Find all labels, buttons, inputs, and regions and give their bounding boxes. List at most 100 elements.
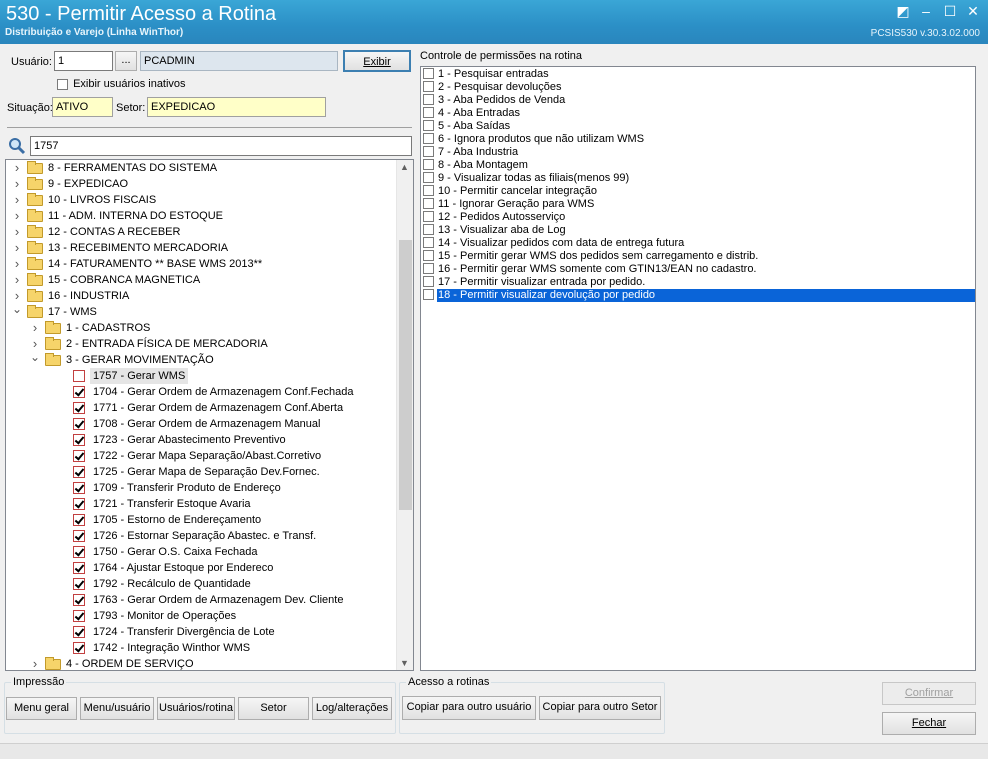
permission-checkbox[interactable] bbox=[423, 184, 434, 196]
maximize-icon[interactable]: ☐ bbox=[940, 2, 960, 20]
tree-item[interactable]: 1704 - Gerar Ordem de Armazenagem Conf.F… bbox=[6, 384, 396, 400]
usuarios-rotina-button[interactable]: Usuários/rotina bbox=[157, 697, 235, 720]
tree-folder[interactable]: › 8 - FERRAMENTAS DO SISTEMA bbox=[6, 160, 396, 176]
permission-item[interactable]: 4 - Aba Entradas bbox=[423, 106, 524, 120]
tree-item[interactable]: 1708 - Gerar Ordem de Armazenagem Manual bbox=[6, 416, 396, 432]
permission-checkbox[interactable] bbox=[423, 145, 434, 157]
tree-folder[interactable]: › 9 - EXPEDICAO bbox=[6, 176, 396, 192]
collapse-arrow-icon[interactable]: › bbox=[12, 256, 22, 271]
permission-checkbox[interactable] bbox=[423, 262, 434, 274]
collapse-arrow-icon[interactable]: › bbox=[12, 224, 22, 239]
tree-folder[interactable]: › 1 - CADASTROS bbox=[6, 320, 396, 336]
tree-item[interactable]: 1793 - Monitor de Operações bbox=[6, 608, 396, 624]
permission-item[interactable]: 5 - Aba Saídas bbox=[423, 119, 514, 133]
copy-user-button[interactable]: Copiar para outro usuário bbox=[402, 696, 536, 720]
tree-item[interactable]: 1792 - Recálculo de Quantidade bbox=[6, 576, 396, 592]
scroll-up-icon[interactable]: ▲ bbox=[400, 162, 409, 172]
tree-item-checkbox[interactable] bbox=[73, 434, 85, 446]
menu-geral-button[interactable]: Menu geral bbox=[6, 697, 77, 720]
tree-item-checkbox[interactable] bbox=[73, 578, 85, 590]
permission-checkbox[interactable] bbox=[423, 132, 434, 144]
permission-item[interactable]: 8 - Aba Montagem bbox=[423, 158, 532, 172]
permission-checkbox[interactable] bbox=[423, 249, 434, 261]
collapse-arrow-icon[interactable]: › bbox=[12, 192, 22, 207]
log-alteracoes-button[interactable]: Log/alterações bbox=[312, 697, 392, 720]
permission-item[interactable]: 13 - Visualizar aba de Log bbox=[423, 223, 570, 237]
permission-item[interactable]: 7 - Aba Industria bbox=[423, 145, 522, 159]
permission-checkbox[interactable] bbox=[423, 67, 434, 79]
confirm-button[interactable]: Confirmar bbox=[882, 682, 976, 705]
permission-item[interactable]: 14 - Visualizar pedidos com data de entr… bbox=[423, 236, 688, 250]
minimize-icon[interactable]: – bbox=[916, 2, 936, 20]
permission-checkbox[interactable] bbox=[423, 236, 434, 248]
permission-checkbox[interactable] bbox=[423, 197, 434, 209]
permission-item[interactable]: 1 - Pesquisar entradas bbox=[423, 67, 553, 81]
tree-item[interactable]: 1764 - Ajustar Estoque por Endereco bbox=[6, 560, 396, 576]
setor-button[interactable]: Setor bbox=[238, 697, 309, 720]
tree-folder[interactable]: ⌄ 17 - WMS bbox=[6, 303, 396, 320]
user-id-field[interactable]: 1 bbox=[54, 51, 113, 71]
tree-item[interactable]: 1722 - Gerar Mapa Separação/Abast.Corret… bbox=[6, 448, 396, 464]
permission-checkbox[interactable] bbox=[423, 106, 434, 118]
tree-item-checkbox[interactable] bbox=[73, 562, 85, 574]
close-button[interactable]: Fechar bbox=[882, 712, 976, 735]
collapse-arrow-icon[interactable]: › bbox=[30, 320, 40, 335]
permission-checkbox[interactable] bbox=[423, 275, 434, 287]
show-button[interactable]: Exibir bbox=[343, 50, 411, 72]
checkbox-box[interactable] bbox=[57, 78, 68, 90]
tree-item-checkbox[interactable] bbox=[73, 514, 85, 526]
tree-folder[interactable]: ⌄ 3 - GERAR MOVIMENTAÇÃO bbox=[6, 351, 396, 368]
tree-item-checkbox[interactable] bbox=[73, 610, 85, 622]
tree-scrollbar[interactable]: ▲ ▼ bbox=[396, 160, 413, 670]
tree-folder[interactable]: › 12 - CONTAS A RECEBER bbox=[6, 224, 396, 240]
collapse-arrow-icon[interactable]: › bbox=[12, 208, 22, 223]
tree-item-checkbox[interactable] bbox=[73, 642, 85, 654]
permission-checkbox[interactable] bbox=[423, 119, 434, 131]
permission-checkbox[interactable] bbox=[423, 158, 434, 170]
tree-item[interactable]: 1724 - Transferir Divergência de Lote bbox=[6, 624, 396, 640]
tree-item-checkbox[interactable] bbox=[73, 482, 85, 494]
tree-folder[interactable]: › 14 - FATURAMENTO ** BASE WMS 2013** bbox=[6, 256, 396, 272]
tree-item-checkbox[interactable] bbox=[73, 386, 85, 398]
tree-item-checkbox[interactable] bbox=[73, 466, 85, 478]
permissions-list[interactable]: 1 - Pesquisar entradas 2 - Pesquisar devo… bbox=[420, 66, 976, 671]
menu-usuario-button[interactable]: Menu/usuário bbox=[80, 697, 154, 720]
permission-checkbox[interactable] bbox=[423, 223, 434, 235]
tree-folder[interactable]: › 11 - ADM. INTERNA DO ESTOQUE bbox=[6, 208, 396, 224]
inactive-users-checkbox[interactable]: Exibir usuários inativos bbox=[57, 78, 186, 90]
permission-checkbox[interactable] bbox=[423, 80, 434, 92]
tree-item[interactable]: 1721 - Transferir Estoque Avaria bbox=[6, 496, 396, 512]
tree-item[interactable]: 1725 - Gerar Mapa de Separação Dev.Forne… bbox=[6, 464, 396, 480]
tree-item[interactable]: 1750 - Gerar O.S. Caixa Fechada bbox=[6, 544, 396, 560]
permission-item[interactable]: 11 - Ignorar Geração para WMS bbox=[423, 197, 598, 211]
tree-folder[interactable]: › 2 - ENTRADA FÍSICA DE MERCADORIA bbox=[6, 336, 396, 352]
restore-icon[interactable]: ◩ bbox=[893, 2, 913, 20]
permission-item[interactable]: 16 - Permitir gerar WMS somente com GTIN… bbox=[423, 262, 761, 276]
tree-folder[interactable]: › 13 - RECEBIMENTO MERCADORIA bbox=[6, 240, 396, 256]
tree-item-checkbox[interactable] bbox=[73, 530, 85, 542]
permission-item[interactable]: 17 - Permitir visualizar entrada por ped… bbox=[423, 275, 649, 289]
collapse-arrow-icon[interactable]: › bbox=[12, 176, 22, 191]
permission-item[interactable]: 3 - Aba Pedidos de Venda bbox=[423, 93, 569, 107]
permission-item[interactable]: 10 - Permitir cancelar integração bbox=[423, 184, 601, 198]
tree-item[interactable]: 1742 - Integração Winthor WMS bbox=[6, 640, 396, 656]
permission-checkbox[interactable] bbox=[423, 210, 434, 222]
permission-checkbox[interactable] bbox=[423, 288, 434, 300]
tree-folder[interactable]: › 4 - ORDEM DE SERVIÇO bbox=[6, 656, 396, 670]
search-input[interactable]: 1757 bbox=[30, 136, 412, 156]
tree-item-checkbox[interactable] bbox=[73, 450, 85, 462]
collapse-arrow-icon[interactable]: › bbox=[12, 272, 22, 287]
collapse-arrow-icon[interactable]: › bbox=[30, 336, 40, 351]
tree-item-checkbox[interactable] bbox=[73, 418, 85, 430]
tree-item[interactable]: 1763 - Gerar Ordem de Armazenagem Dev. C… bbox=[6, 592, 396, 608]
tree-folder[interactable]: › 10 - LIVROS FISCAIS bbox=[6, 192, 396, 208]
tree-folder[interactable]: › 16 - INDUSTRIA bbox=[6, 288, 396, 304]
scroll-thumb[interactable] bbox=[399, 240, 412, 510]
collapse-arrow-icon[interactable]: › bbox=[30, 656, 40, 670]
user-lookup-button[interactable]: ... bbox=[115, 51, 137, 71]
permission-item[interactable]: 12 - Pedidos Autosserviço bbox=[423, 210, 569, 224]
close-icon[interactable]: ✕ bbox=[963, 2, 983, 20]
copy-sector-button[interactable]: Copiar para outro Setor bbox=[539, 696, 661, 720]
expand-arrow-icon[interactable]: ⌄ bbox=[12, 303, 22, 315]
permission-item[interactable]: 6 - Ignora produtos que não utilizam WMS bbox=[423, 132, 648, 146]
